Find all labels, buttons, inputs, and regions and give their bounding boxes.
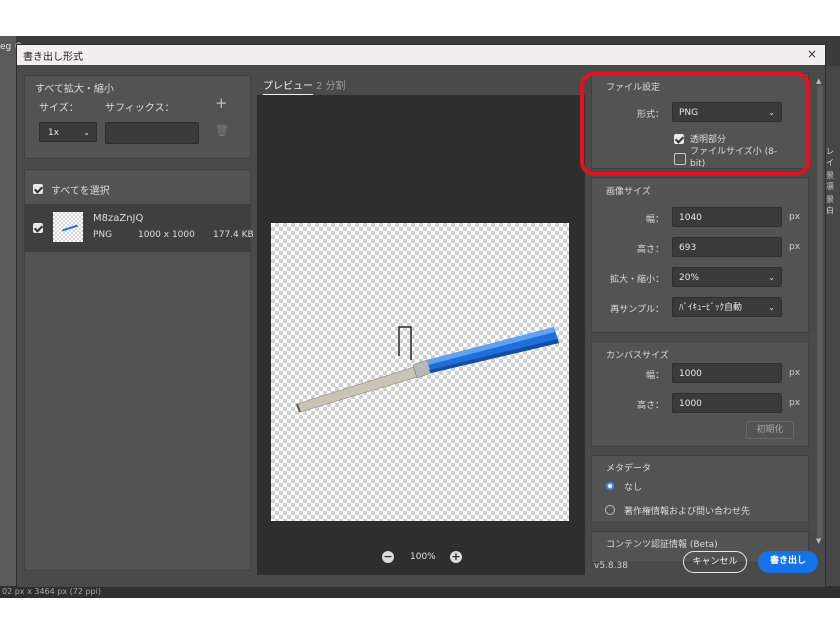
canvas-size-panel: カンバスサイズ 幅： 1000 px 高さ： 1000 px 初期化 <box>591 341 809 447</box>
settings-scrollbar[interactable] <box>817 85 823 540</box>
dialog-title: 書き出し形式 <box>23 52 83 63</box>
background-panel-item[interactable]: 景白 <box>826 194 840 216</box>
asset-format: PNG <box>93 230 113 240</box>
scale-label: 拡大・縮小： <box>609 275 664 285</box>
asset-name: M8zaZnJQ <box>93 213 144 224</box>
asset-list-panel: すべてを選択 M8zaZnJQ PNG 1000 x 1000 177.4 KB <box>24 169 254 571</box>
metadata-heading: メタデータ <box>606 464 652 474</box>
metadata-copyright-label: 著作権情報および問い合わせ先 <box>624 507 751 517</box>
image-height-input[interactable]: 693 <box>672 237 782 257</box>
canvas-width-unit: px <box>789 368 801 378</box>
image-size-heading: 画像サイズ <box>606 187 651 197</box>
content-credentials-heading: コンテンツ認証情報 (Beta) <box>606 540 718 550</box>
trash-icon[interactable]: 🗑 <box>215 124 229 137</box>
cancel-button[interactable]: キャンセル <box>683 551 747 573</box>
close-icon[interactable]: × <box>807 47 817 61</box>
image-width-label: 幅： <box>645 215 664 225</box>
select-all-label: すべてを選択 <box>51 186 110 197</box>
asset-thumbnail <box>53 212 83 242</box>
zoom-level: 100% <box>410 552 436 562</box>
canvas-width-input[interactable]: 1000 <box>672 363 782 383</box>
tab-2-up[interactable]: 2 分割 <box>316 77 346 92</box>
dialog-titlebar: 書き出し形式 × <box>17 45 825 65</box>
suffix-input[interactable] <box>105 122 199 144</box>
scale-value: 20% <box>679 273 700 283</box>
canvas-width-label: 幅： <box>645 371 664 381</box>
asset-filesize: 177.4 KB <box>213 230 254 240</box>
asset-checkbox[interactable] <box>33 223 43 233</box>
canvas-height-input[interactable]: 1000 <box>672 393 782 413</box>
metadata-copyright-radio[interactable] <box>605 505 615 515</box>
background-panel-item[interactable]: レイ <box>826 146 840 168</box>
image-height-unit: px <box>789 242 801 252</box>
chevron-down-icon: ⌄ <box>83 128 90 137</box>
scale-all-heading: すべて拡大・縮小 <box>35 84 114 95</box>
background-panel-item[interactable]: 景凛 <box>826 170 840 192</box>
asset-dimensions: 1000 x 1000 <box>138 230 195 240</box>
scroll-up-icon[interactable]: ▲ <box>816 77 821 85</box>
resample-value: ﾊﾞｲｷｭｰﾋﾞｯｸ自動 <box>679 303 743 313</box>
suffix-label: サフィックス： <box>105 103 175 114</box>
background-right-panel: レイ 景凛 景白 <box>824 66 840 598</box>
resample-label: 再サンプル： <box>610 305 664 315</box>
zoom-in-icon[interactable]: + <box>450 551 462 563</box>
image-width-unit: px <box>789 212 801 222</box>
tab-preview[interactable]: プレビュー <box>263 77 313 95</box>
size-value: 1x <box>48 128 60 138</box>
list-item[interactable]: M8zaZnJQ PNG 1000 x 1000 177.4 KB <box>25 204 254 252</box>
size-label: サイズ： <box>39 103 79 114</box>
resample-select[interactable]: ﾊﾞｲｷｭｰﾋﾞｯｸ自動 ⌄ <box>672 297 782 317</box>
metadata-panel: メタデータ なし 著作権情報および問い合わせ先 <box>591 455 809 523</box>
scale-all-panel: すべて拡大・縮小 サイズ： サフィックス： + 1x ⌄ 🗑 <box>24 75 251 159</box>
preview-canvas[interactable]: − 100% + <box>257 95 585 575</box>
image-width-input[interactable]: 1040 <box>672 207 782 227</box>
version-label: v5.8.38 <box>594 561 628 571</box>
chevron-down-icon: ⌄ <box>768 273 775 282</box>
image-height-label: 高さ： <box>636 245 664 255</box>
reset-button[interactable]: 初期化 <box>746 421 794 439</box>
preview-image <box>271 223 569 521</box>
export-button[interactable]: 書き出し <box>758 551 818 573</box>
document-size-status: 02 px x 3464 px (72 ppi) <box>2 587 101 596</box>
metadata-none-radio[interactable] <box>606 482 614 490</box>
scroll-down-icon[interactable]: ▼ <box>816 537 821 545</box>
scale-select[interactable]: 20% ⌄ <box>672 267 782 287</box>
canvas-size-heading: カンバスサイズ <box>606 351 669 361</box>
background-left-strip <box>0 36 16 598</box>
zoom-out-icon[interactable]: − <box>382 551 394 563</box>
add-scale-icon[interactable]: + <box>215 94 228 112</box>
image-size-panel: 画像サイズ 幅： 1040 px 高さ： 693 px 拡大・縮小： 20% ⌄… <box>591 177 809 333</box>
canvas-height-unit: px <box>789 398 801 408</box>
size-select[interactable]: 1x ⌄ <box>39 122 97 142</box>
highlight-annotation <box>580 72 810 176</box>
chevron-down-icon: ⌄ <box>768 303 775 312</box>
metadata-none-label: なし <box>624 483 643 493</box>
select-all-checkbox[interactable] <box>33 184 43 194</box>
canvas-height-label: 高さ： <box>636 401 664 411</box>
pen-tool-image <box>296 326 559 413</box>
